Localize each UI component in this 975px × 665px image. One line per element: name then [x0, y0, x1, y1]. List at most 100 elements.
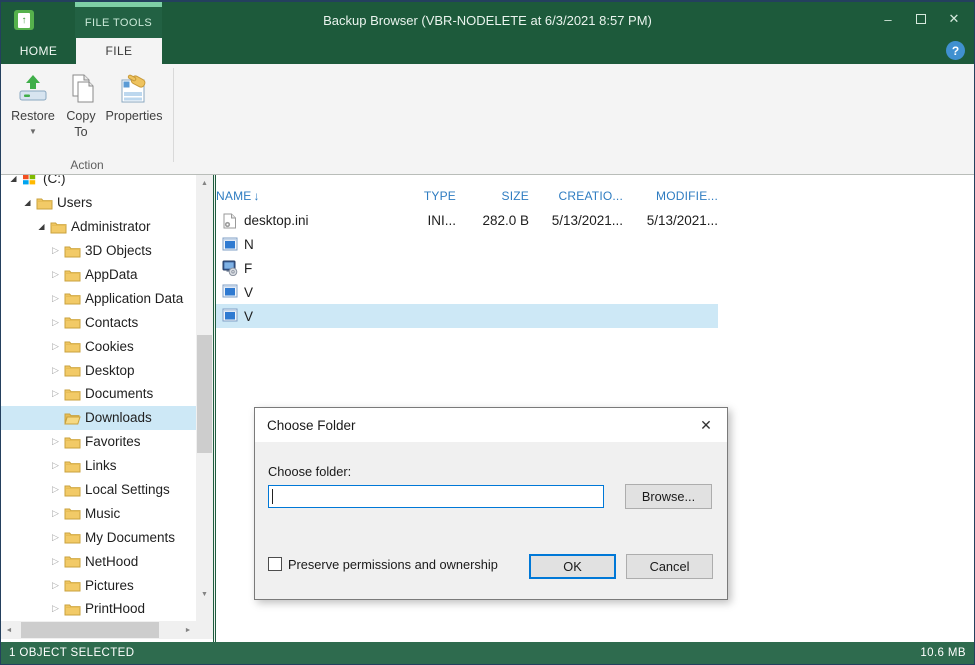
- tree-item-administrator[interactable]: ◢Administrator: [1, 215, 196, 239]
- tree-item-label: Downloads: [85, 410, 152, 425]
- properties-button[interactable]: Properties: [103, 68, 165, 156]
- preserve-permissions-checkbox[interactable]: [268, 557, 282, 571]
- file-name: V: [244, 309, 253, 324]
- tab-home[interactable]: HOME: [1, 38, 76, 64]
- column-header-size[interactable]: SIZE: [456, 189, 529, 203]
- tree-item-c[interactable]: ◢(C:): [1, 175, 196, 191]
- file-modified: 5/13/2021...: [623, 213, 718, 228]
- folder-icon: [64, 268, 81, 282]
- choose-folder-dialog: Choose Folder ✕ Choose folder: Browse...…: [254, 407, 728, 600]
- collapse-icon[interactable]: ◢: [7, 175, 20, 183]
- scroll-up-icon[interactable]: ▲: [196, 175, 213, 191]
- expand-icon[interactable]: ▷: [49, 508, 62, 519]
- file-row-f[interactable]: F: [216, 257, 718, 281]
- main-area: ◢(C:)◢Users◢Administrator▷3D Objects▷App…: [1, 175, 974, 642]
- file-name: F: [244, 261, 252, 276]
- tree-item-label: Contacts: [85, 315, 138, 330]
- app-logo-icon: ↑: [14, 10, 34, 30]
- tab-file[interactable]: FILE: [76, 38, 162, 64]
- expand-icon[interactable]: ▷: [49, 532, 62, 543]
- tree-item-application-data[interactable]: ▷ Application Data: [1, 286, 196, 310]
- tree-item-nethood[interactable]: ▷NetHood: [1, 549, 196, 573]
- dialog-close-button[interactable]: ✕: [693, 414, 719, 436]
- folder-icon: [36, 196, 53, 210]
- tree-item-label: Links: [85, 458, 117, 473]
- file-row-desktop-ini[interactable]: desktop.iniINI...282.0 B5/13/2021...5/13…: [216, 209, 718, 233]
- expand-icon[interactable]: ▷: [49, 603, 62, 614]
- tree-hscroll-thumb[interactable]: [21, 622, 159, 638]
- column-header-type[interactable]: TYPE: [418, 189, 456, 203]
- expand-icon[interactable]: ▷: [49, 388, 62, 399]
- ini-file-icon: [222, 213, 238, 229]
- tree-item-music[interactable]: ▷ Music: [1, 501, 196, 525]
- sort-desc-icon: ↓: [253, 189, 259, 203]
- maximize-button[interactable]: [911, 10, 931, 28]
- expand-icon[interactable]: ▷: [49, 293, 62, 304]
- expand-icon[interactable]: ▷: [49, 436, 62, 447]
- file-row-n[interactable]: N: [216, 233, 718, 257]
- tree-item-label: Cookies: [85, 339, 134, 354]
- minimize-button[interactable]: –: [878, 10, 898, 28]
- tree-horizontal-scrollbar[interactable]: ◄ ►: [1, 621, 213, 639]
- column-header-modified[interactable]: MODIFIE...: [623, 189, 718, 203]
- status-selection-text: 1 OBJECT SELECTED: [1, 647, 142, 659]
- scroll-down-icon[interactable]: ▼: [196, 586, 213, 602]
- file-name: desktop.ini: [244, 213, 309, 228]
- folder-icon: [50, 220, 67, 234]
- column-header-name[interactable]: NAME↓: [216, 189, 418, 203]
- tree-vscroll-thumb[interactable]: [197, 335, 212, 453]
- tree-item-label: Users: [57, 195, 92, 210]
- column-header-creation[interactable]: CREATIO...: [529, 189, 623, 203]
- tree-vertical-scrollbar[interactable]: ▲ ▼: [196, 175, 213, 621]
- tree-item-favorites[interactable]: ▷Favorites: [1, 430, 196, 454]
- tree-item-downloads[interactable]: Downloads: [1, 406, 196, 430]
- tree-item-3d-objects[interactable]: ▷3D Objects: [1, 239, 196, 263]
- expand-icon[interactable]: ▷: [49, 484, 62, 495]
- tree-item-my-documents[interactable]: ▷My Documents: [1, 525, 196, 549]
- close-button[interactable]: ✕: [944, 10, 964, 28]
- maximize-icon: [916, 14, 926, 24]
- expand-icon[interactable]: ▷: [49, 556, 62, 567]
- file-created: 5/13/2021...: [529, 213, 623, 228]
- restore-icon: [16, 72, 50, 106]
- file-row-v[interactable]: V: [216, 280, 718, 304]
- expand-icon[interactable]: ▷: [49, 460, 62, 471]
- tree-item-label: Music: [85, 506, 120, 521]
- cancel-button[interactable]: Cancel: [626, 554, 713, 579]
- folder-tree-pane: ◢(C:)◢Users◢Administrator▷3D Objects▷App…: [1, 175, 196, 621]
- scroll-right-icon[interactable]: ►: [180, 621, 196, 639]
- tree-item-contacts[interactable]: ▷ Contacts: [1, 310, 196, 334]
- folder-icon: [64, 530, 81, 544]
- tree-item-pictures[interactable]: ▷Pictures: [1, 573, 196, 597]
- tree-item-links[interactable]: ▷ Links: [1, 454, 196, 478]
- tree-item-printhood[interactable]: ▷PrintHood: [1, 597, 196, 621]
- scroll-left-icon[interactable]: ◄: [1, 621, 17, 639]
- expand-icon[interactable]: ▷: [49, 580, 62, 591]
- expand-icon[interactable]: ▷: [49, 269, 62, 280]
- expand-icon[interactable]: ▷: [49, 365, 62, 376]
- tree-item-cookies[interactable]: ▷ Cookies: [1, 334, 196, 358]
- tree-item-local-settings[interactable]: ▷Local Settings: [1, 478, 196, 502]
- expand-icon[interactable]: ▷: [49, 317, 62, 328]
- tree-item-label: Documents: [85, 386, 153, 401]
- title-bar: ↑ FILE TOOLS Backup Browser (VBR-NODELET…: [1, 2, 974, 38]
- collapse-icon[interactable]: ◢: [35, 222, 48, 231]
- expand-icon[interactable]: ▷: [49, 341, 62, 352]
- folder-icon: [64, 578, 81, 592]
- restore-button[interactable]: Restore ▼: [9, 68, 57, 156]
- expand-icon[interactable]: ▷: [49, 245, 62, 256]
- browse-button[interactable]: Browse...: [625, 484, 712, 509]
- file-row-v[interactable]: V: [216, 304, 718, 328]
- tree-item-appdata[interactable]: ▷AppData: [1, 263, 196, 287]
- tree-item-label: Application Data: [85, 291, 183, 306]
- tree-item-documents[interactable]: ▷ Documents: [1, 382, 196, 406]
- file-name: N: [244, 237, 254, 252]
- preserve-permissions-label[interactable]: Preserve permissions and ownership: [288, 557, 498, 572]
- ok-button[interactable]: OK: [529, 554, 616, 579]
- copy-to-button[interactable]: Copy To: [59, 68, 103, 156]
- tree-item-desktop[interactable]: ▷Desktop: [1, 358, 196, 382]
- help-button[interactable]: ?: [946, 41, 965, 60]
- collapse-icon[interactable]: ◢: [21, 198, 34, 207]
- tree-item-users[interactable]: ◢ Users: [1, 191, 196, 215]
- choose-folder-input[interactable]: [268, 485, 604, 508]
